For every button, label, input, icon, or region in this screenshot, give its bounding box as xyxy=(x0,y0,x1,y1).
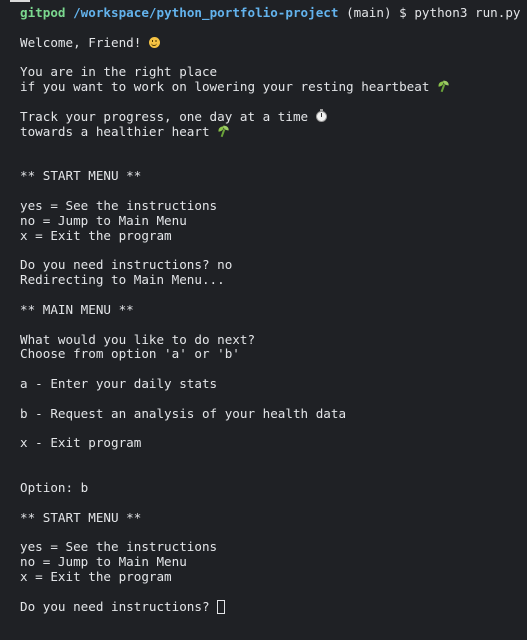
option-x: x - Exit program xyxy=(20,435,142,451)
start-menu-title-2: ** START MENU ** xyxy=(20,509,142,525)
track-line-1: Track your progress, one day at a time xyxy=(20,108,520,125)
smiling-face-icon xyxy=(148,36,160,48)
main-menu-question: What would you like to do next? xyxy=(20,331,256,347)
option-b: b - Request an analysis of your health d… xyxy=(20,405,347,421)
start-menu-exit-2: x = Exit the program xyxy=(20,569,172,585)
prompt-path: /workspace/python_portfolio-project xyxy=(73,5,339,20)
start-menu-no-2: no = Jump to Main Menu xyxy=(20,554,187,570)
stopwatch-icon xyxy=(315,108,327,122)
seedling-icon xyxy=(217,125,230,137)
command-prompt-line: gitpod /workspace/python_portfolio-proje… xyxy=(20,5,521,21)
window-edge-mark xyxy=(10,0,30,2)
redirecting-text: Redirecting to Main Menu... xyxy=(20,272,225,288)
instructions-input-line[interactable]: Do you need instructions? xyxy=(20,598,520,615)
main-menu-choose: Choose from option 'a' or 'b' xyxy=(20,346,240,362)
terminal-cursor[interactable] xyxy=(217,599,226,614)
welcome-line: Welcome, Friend! xyxy=(20,34,520,51)
option-choice: Option: b xyxy=(20,480,89,495)
welcome-text: Welcome, Friend! xyxy=(20,34,142,50)
start-menu-title: ** START MENU ** xyxy=(20,168,142,184)
terminal-output[interactable]: gitpod /workspace/python_portfolio-proje… xyxy=(20,5,521,615)
start-menu-exit: x = Exit the program xyxy=(20,227,172,243)
intro-line-2-text: if you want to work on lowering your res… xyxy=(20,79,430,95)
main-menu-title: ** MAIN MENU ** xyxy=(20,301,134,317)
prompt-symbol: $ xyxy=(399,5,407,20)
start-menu-yes-2: yes = See the instructions xyxy=(20,539,218,555)
prompt-branch: (main) xyxy=(346,5,392,20)
track-line-2: towards a healthier heart xyxy=(20,123,520,140)
start-menu-yes: yes = See the instructions xyxy=(20,197,218,213)
start-menu-no: no = Jump to Main Menu xyxy=(20,212,187,228)
option-a: a - Enter your daily stats xyxy=(20,376,218,392)
seedling-icon xyxy=(437,80,450,92)
track-line-1-text: Track your progress, one day at a time xyxy=(20,108,309,124)
prompt-user: gitpod xyxy=(20,5,66,20)
prompt-command: python3 run.py xyxy=(414,5,521,20)
instructions-question: Do you need instructions? xyxy=(20,598,210,614)
intro-line-1: You are in the right place xyxy=(20,64,218,80)
instructions-question-answered: Do you need instructions? no xyxy=(20,257,233,273)
intro-line-2: if you want to work on lowering your res… xyxy=(20,79,520,95)
track-line-2-text: towards a healthier heart xyxy=(20,123,210,139)
